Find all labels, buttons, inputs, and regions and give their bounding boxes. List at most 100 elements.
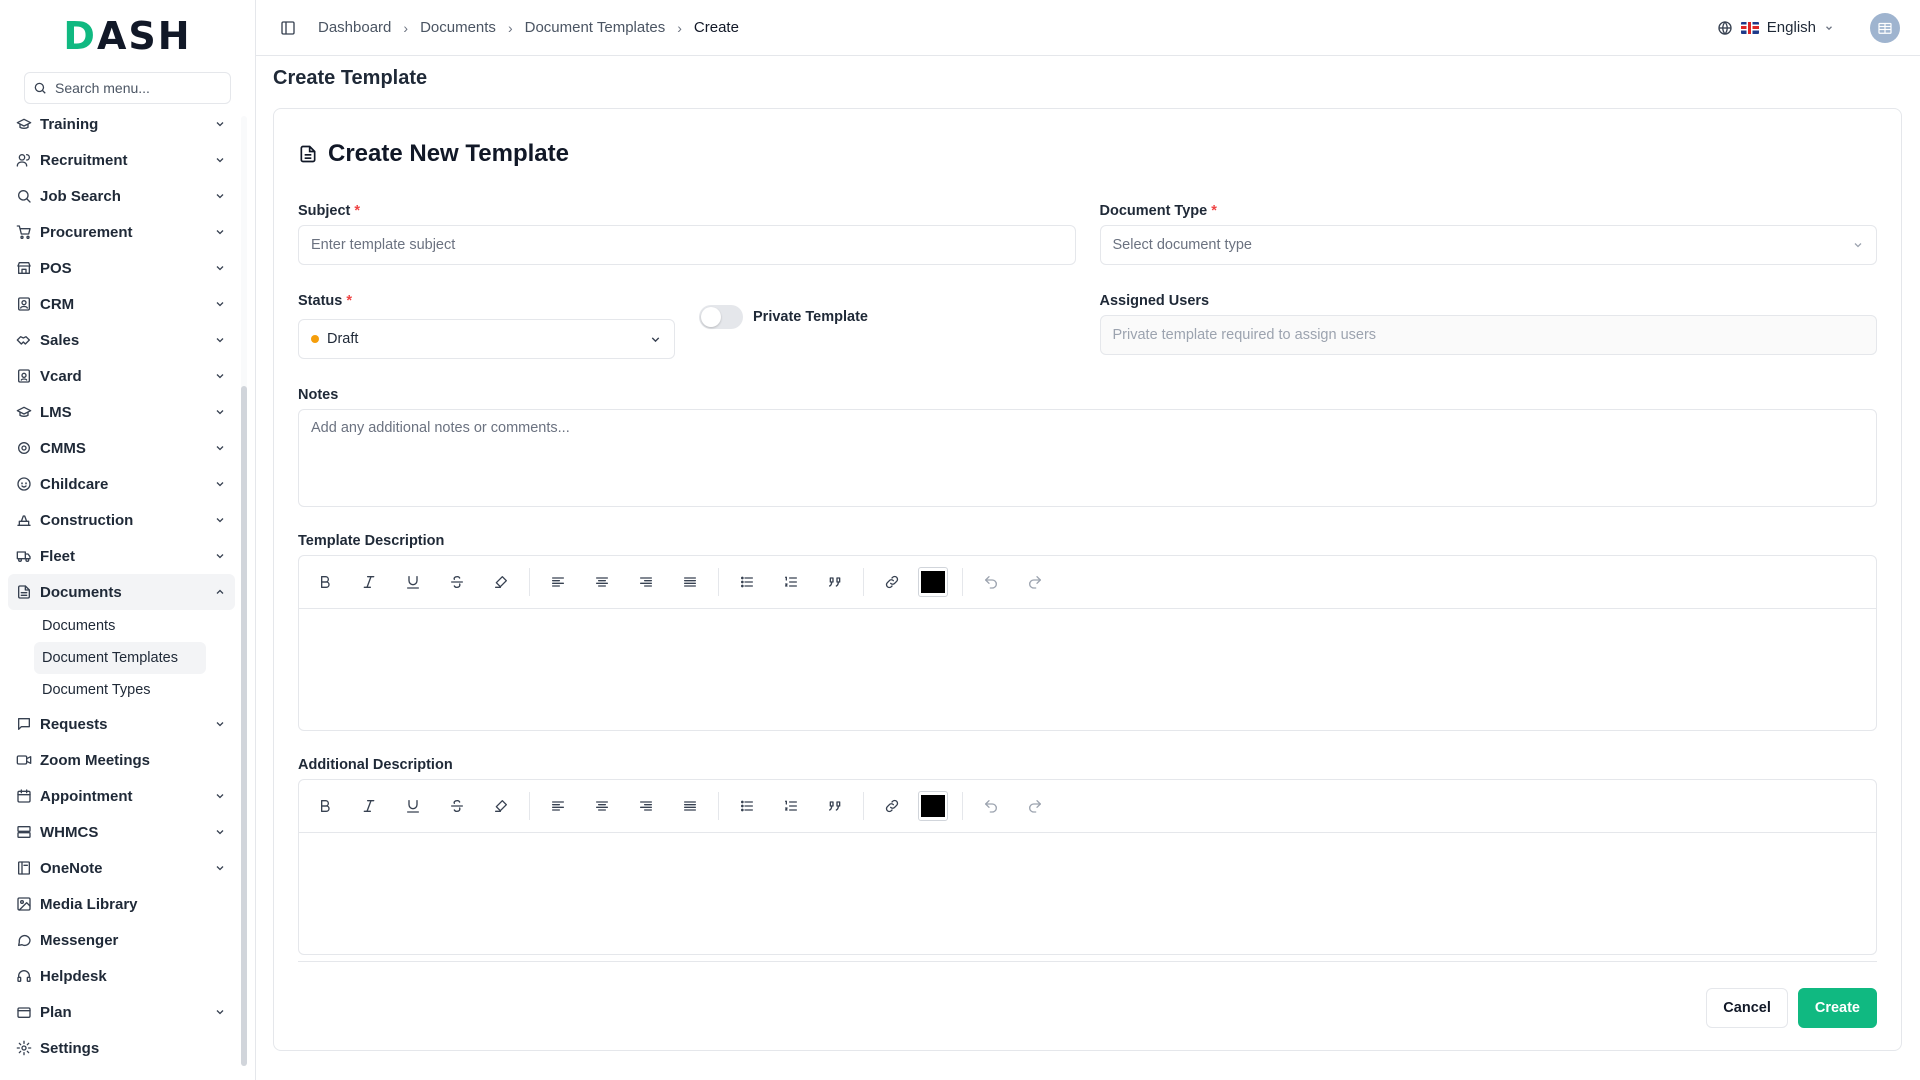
underline-icon[interactable] — [395, 564, 431, 600]
sidebar-item-crm[interactable]: CRM — [8, 286, 235, 322]
text-color-picker[interactable] — [918, 567, 948, 597]
template-description-field: Template Description — [298, 533, 1877, 731]
additional-description-content[interactable] — [299, 833, 1876, 954]
sidebar-toggle-icon[interactable] — [276, 16, 300, 40]
sidebar-item-fleet[interactable]: Fleet — [8, 538, 235, 574]
breadcrumb-current: Create — [693, 19, 739, 36]
chevron-down-icon — [213, 549, 227, 563]
align-justify-icon[interactable] — [672, 788, 708, 824]
sidebar-item-vcard[interactable]: Vcard — [8, 358, 235, 394]
numbered-list-icon[interactable] — [773, 564, 809, 600]
contact-icon — [16, 296, 32, 312]
align-justify-icon[interactable] — [672, 564, 708, 600]
strikethrough-icon[interactable] — [439, 788, 475, 824]
sidebar-item-procurement[interactable]: Procurement — [8, 214, 235, 250]
link-icon[interactable] — [874, 564, 910, 600]
italic-icon[interactable] — [351, 564, 387, 600]
sidebar-item-zoom-meetings[interactable]: Zoom Meetings — [8, 742, 235, 778]
scrollbar-thumb[interactable] — [241, 386, 247, 1066]
submenu-item-document-types[interactable]: Document Types — [34, 674, 206, 706]
clear-format-icon[interactable] — [483, 788, 519, 824]
quote-icon[interactable] — [817, 564, 853, 600]
sidebar-scrollbar[interactable] — [241, 116, 247, 1066]
sidebar-item-whmcs[interactable]: WHMCS — [8, 814, 235, 850]
undo-icon[interactable] — [973, 564, 1009, 600]
sidebar-item-sales[interactable]: Sales — [8, 322, 235, 358]
chevron-up-icon — [213, 585, 227, 599]
align-center-icon[interactable] — [584, 564, 620, 600]
breadcrumb-document-templates[interactable]: Document Templates — [525, 19, 666, 36]
sidebar-item-requests[interactable]: Requests — [8, 706, 235, 742]
subject-input[interactable]: Enter template subject — [298, 225, 1076, 265]
toolbar-divider — [718, 568, 719, 596]
sidebar-item-lms[interactable]: LMS — [8, 394, 235, 430]
bold-icon[interactable] — [307, 788, 343, 824]
notes-label: Notes — [298, 387, 339, 403]
align-left-icon[interactable] — [540, 788, 576, 824]
document-type-select[interactable]: Select document type — [1099, 225, 1877, 265]
clear-format-icon[interactable] — [483, 564, 519, 600]
sidebar-item-label: Requests — [40, 715, 108, 733]
sidebar-item-appointment[interactable]: Appointment — [8, 778, 235, 814]
redo-icon[interactable] — [1017, 788, 1053, 824]
align-left-icon[interactable] — [540, 564, 576, 600]
text-color-picker[interactable] — [918, 791, 948, 821]
video-icon — [16, 752, 32, 768]
submenu-item-document-templates[interactable]: Document Templates — [34, 642, 206, 674]
bullet-list-icon[interactable] — [729, 788, 765, 824]
id-card-icon — [16, 368, 32, 384]
sidebar-item-messenger[interactable]: Messenger — [8, 922, 235, 958]
template-description-label: Template Description — [298, 533, 445, 549]
sidebar-item-label: Vcard — [40, 367, 82, 385]
avatar[interactable] — [1870, 12, 1900, 43]
submenu-item-documents[interactable]: Documents — [34, 610, 206, 642]
sidebar-item-label: CRM — [40, 295, 75, 313]
sidebar-item-media-library[interactable]: Media Library — [8, 886, 235, 922]
sidebar-item-settings[interactable]: Settings — [8, 1030, 235, 1066]
template-description-content[interactable] — [299, 609, 1876, 730]
bold-icon[interactable] — [307, 564, 343, 600]
redo-icon[interactable] — [1017, 564, 1053, 600]
underline-icon[interactable] — [395, 788, 431, 824]
sidebar-item-training[interactable]: Training — [8, 106, 235, 142]
users-icon — [16, 152, 32, 168]
numbered-list-icon[interactable] — [773, 788, 809, 824]
italic-icon[interactable] — [351, 788, 387, 824]
sidebar-item-cmms[interactable]: CMMS — [8, 430, 235, 466]
sidebar-item-childcare[interactable]: Childcare — [8, 466, 235, 502]
sidebar-item-construction[interactable]: Construction — [8, 502, 235, 538]
private-template-toggle[interactable] — [699, 305, 743, 329]
document-type-field: Document Type * Select document type — [1099, 203, 1877, 265]
strikethrough-icon[interactable] — [439, 564, 475, 600]
sidebar-item-helpdesk[interactable]: Helpdesk — [8, 958, 235, 994]
sidebar-item-plan[interactable]: Plan — [8, 994, 235, 1030]
sidebar-item-documents[interactable]: Documents — [8, 574, 235, 610]
cancel-button[interactable]: Cancel — [1706, 988, 1788, 1028]
align-right-icon[interactable] — [628, 564, 664, 600]
sidebar-item-pos[interactable]: POS — [8, 250, 235, 286]
breadcrumb-dashboard[interactable]: Dashboard — [318, 19, 391, 36]
sidebar-item-label: Procurement — [40, 223, 133, 241]
search-box[interactable] — [24, 72, 235, 104]
search-input[interactable] — [55, 80, 235, 96]
status-select[interactable]: Draft — [298, 319, 675, 359]
bullet-list-icon[interactable] — [729, 564, 765, 600]
create-button[interactable]: Create — [1797, 988, 1877, 1028]
row-status-users: Status * Draft Private Template Assigned… — [298, 293, 1877, 365]
chevron-down-icon — [213, 189, 227, 203]
breadcrumb-documents[interactable]: Documents — [420, 19, 496, 36]
private-template-toggle-group: Private Template — [699, 305, 868, 329]
link-icon[interactable] — [874, 788, 910, 824]
notes-textarea[interactable]: Add any additional notes or comments... — [298, 409, 1877, 507]
cog-icon — [16, 440, 32, 456]
logo[interactable]: DASH — [0, 0, 255, 72]
language-switcher[interactable]: English — [1717, 19, 1834, 36]
align-right-icon[interactable] — [628, 788, 664, 824]
sidebar-item-recruitment[interactable]: Recruitment — [8, 142, 235, 178]
quote-icon[interactable] — [817, 788, 853, 824]
divider — [298, 961, 1877, 962]
undo-icon[interactable] — [973, 788, 1009, 824]
sidebar-item-onenote[interactable]: OneNote — [8, 850, 235, 886]
sidebar-item-job-search[interactable]: Job Search — [8, 178, 235, 214]
align-center-icon[interactable] — [584, 788, 620, 824]
